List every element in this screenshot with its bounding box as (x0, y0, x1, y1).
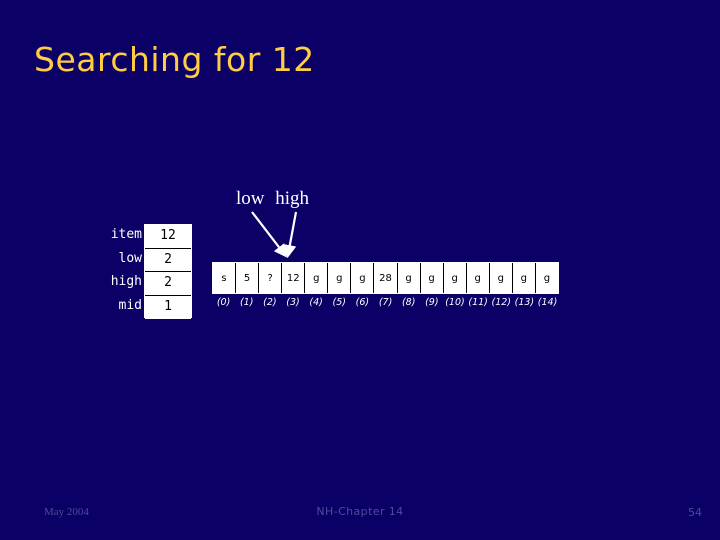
table-row: 2 (145, 248, 191, 272)
array-cell: g (305, 263, 329, 293)
array-index: (12) (491, 297, 512, 308)
array-index: (8) (401, 297, 416, 308)
array-index: (4) (309, 297, 323, 308)
variable-label-item: item (110, 227, 142, 242)
array-cell: 5 (236, 263, 260, 293)
variable-value-item: 12 (160, 228, 176, 243)
array-index: (13) (514, 297, 535, 308)
array-cell: g (489, 263, 513, 293)
array-cell: g (397, 263, 421, 293)
array-diagram: s 5 ? 12 g g g 28 g g g g g g g (212, 262, 559, 294)
low-arrow (251, 211, 288, 258)
array-index: (3) (286, 297, 300, 308)
pointer-labels: low high (236, 188, 309, 210)
array-index: (1) (239, 297, 254, 308)
array-cell: g (466, 263, 490, 293)
array-index-labels: (0) (1) (2) (3) (4) (5) (6) (7) (8) (9) … (212, 295, 559, 311)
table-row: 12 (145, 225, 191, 249)
array-cell: s (213, 263, 237, 293)
page-title: Searching for 12 (34, 40, 315, 79)
array-index: (7) (378, 297, 393, 308)
variable-table: 12 2 2 1 (144, 224, 192, 319)
footer-page-number: 54 (688, 506, 702, 519)
slide-canvas: Searching for 12 low high item low high … (0, 0, 720, 540)
variable-value-low: 2 (164, 251, 172, 267)
array-cell: g (351, 263, 375, 293)
variable-label-mid: mid (118, 297, 142, 313)
table-row: 1 (145, 295, 191, 319)
array-cell: g (420, 263, 444, 293)
array-index: (2) (263, 297, 277, 308)
variable-label-low: low (118, 250, 142, 266)
high-arrow (283, 211, 298, 259)
array-index: (0) (216, 297, 231, 308)
array-cell: g (328, 263, 352, 293)
array-index: (5) (332, 297, 346, 308)
variable-value-mid: 1 (164, 298, 172, 314)
variable-label-high: high (110, 274, 142, 289)
array-index: (9) (425, 297, 439, 308)
footer-chapter: NH-Chapter 14 (316, 505, 404, 518)
variable-value-high: 2 (164, 275, 172, 290)
array-cell: 12 (282, 263, 306, 293)
array-index: (6) (355, 297, 370, 308)
array-cell: 28 (374, 263, 398, 293)
array-cell: g (443, 263, 467, 293)
table-row: 2 (145, 272, 191, 296)
low-pointer-label: low (236, 188, 265, 209)
high-pointer-label: high (275, 188, 310, 209)
array-index: (10) (445, 297, 465, 308)
array-cell: ? (259, 263, 283, 293)
array-index: (11) (468, 297, 488, 308)
array-cell: g (535, 263, 558, 293)
array-index: (14) (537, 297, 558, 308)
array-cell: g (512, 263, 536, 293)
